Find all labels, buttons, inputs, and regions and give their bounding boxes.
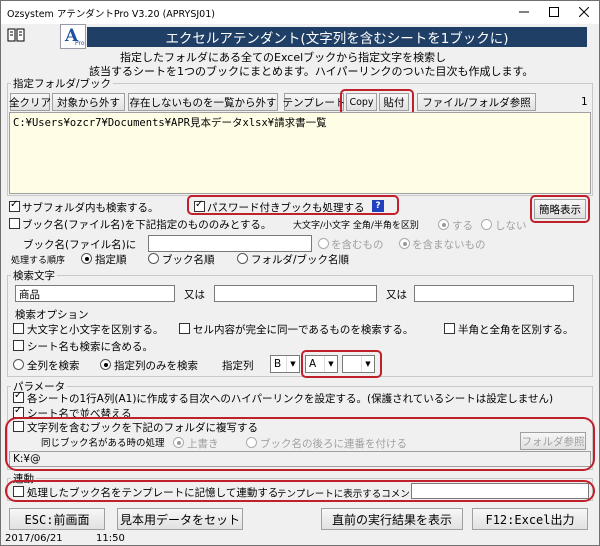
order-specified-radio[interactable] (81, 253, 92, 264)
minimize-icon (519, 11, 529, 13)
title-bar: Ozsystem アテンダントPro V3.20 (APRYSJ01) (1, 1, 599, 24)
bookname-only-checkbox[interactable] (9, 218, 20, 229)
highlight-copy-books (5, 417, 595, 471)
page-title: エクセルアテンダント(文字列を含むシートを1ブックに) (87, 27, 587, 47)
bookname-field-label: ブック名(ファイル名)に (23, 239, 137, 251)
subfolder-label: サブフォルダ内も検索する。 (22, 202, 159, 214)
subfolder-checkbox[interactable] (9, 199, 20, 212)
clear-all-button[interactable]: 全クリア (9, 93, 51, 111)
status-time: 11:50 (96, 533, 125, 544)
template-button[interactable]: テンプレート (283, 93, 345, 111)
all-columns-label: 全列を検索 (27, 360, 80, 372)
app-window: Ozsystem アテンダントPro V3.20 (APRYSJ01) A Pr… (0, 0, 600, 546)
not-contains-label: を含まないもの (412, 239, 486, 251)
case-width-label: 大文字/小文字 全角/半角を区別 (293, 221, 419, 231)
app-logo: A Pro (60, 24, 86, 49)
folder-group-label: 指定フォルダ/ブック (11, 76, 114, 91)
search-group-label: 検索文字 (11, 268, 57, 283)
order-folder-label: フォルダ/ブック名順 (251, 254, 350, 266)
column-select-1[interactable]: B ▼ (270, 355, 300, 373)
exact-match-checkbox[interactable] (179, 323, 190, 334)
order-label: 処理する順序 (11, 256, 66, 266)
chevron-down-icon: ▼ (286, 356, 299, 372)
logo-sub: Pro (75, 40, 85, 47)
case-sensitive-label: 大文字と小文字を区別する。 (27, 324, 164, 336)
search-term-3[interactable] (414, 285, 574, 302)
close-icon (579, 7, 589, 17)
highlight-link (5, 480, 595, 502)
contains-radio[interactable] (318, 238, 329, 249)
case-yes-label: する (452, 220, 473, 232)
contains-label: を含むもの (331, 239, 384, 251)
order-bookname-radio[interactable] (148, 253, 159, 264)
all-columns-radio[interactable] (13, 359, 24, 370)
excel-output-button[interactable]: F12:Excel出力 (472, 508, 588, 530)
hyperlink-label: 各シートの1行A列(A1)に作成する目次へのハイパーリンクを設定する。(保護され… (27, 393, 554, 405)
prev-result-button[interactable]: 直前の実行結果を表示 (321, 508, 463, 530)
case-yes-radio[interactable] (438, 219, 449, 230)
or-label-1: 又は (184, 289, 205, 301)
not-contains-radio[interactable] (399, 238, 410, 249)
folder-path-item[interactable]: C:¥Users¥ozcr7¥Documents¥APR見本データxlsx¥請求… (13, 115, 327, 130)
order-specified-label: 指定順 (95, 254, 127, 266)
highlight-simple-view (530, 195, 590, 223)
highlight-password (187, 195, 399, 215)
column-select-1-value: B (274, 358, 282, 370)
case-no-label: しない (495, 220, 527, 232)
book-icon[interactable] (7, 28, 25, 42)
close-button[interactable] (569, 1, 599, 23)
order-folder-radio[interactable] (237, 253, 248, 264)
window-title: Ozsystem アテンダントPro V3.20 (APRYSJ01) (7, 9, 215, 20)
esc-back-button[interactable]: ESC:前画面 (9, 508, 105, 530)
order-bookname-label: ブック名順 (162, 254, 215, 266)
status-bar: 2017/06/21 11:50 (1, 531, 599, 546)
hyperlink-checkbox[interactable] (13, 390, 24, 403)
folder-count: 1 (581, 96, 588, 108)
sheet-name-checkbox[interactable] (13, 340, 24, 351)
highlight-columns (301, 350, 382, 378)
width-sensitive-label: 半角と全角を区別する。 (458, 324, 574, 336)
remove-missing-button[interactable]: 存在しないものを一覧から外す (128, 93, 278, 111)
maximize-button[interactable] (539, 1, 569, 23)
minimize-button[interactable] (509, 1, 539, 23)
search-term-2[interactable] (214, 285, 377, 302)
bookname-input[interactable] (148, 235, 312, 252)
search-term-1[interactable]: 商品 (15, 285, 175, 302)
column-label: 指定列 (222, 360, 254, 372)
search-options-label: 検索オプション (15, 309, 89, 321)
status-date: 2017/06/21 (5, 533, 63, 544)
case-sensitive-checkbox[interactable] (13, 323, 24, 334)
specified-columns-radio[interactable] (100, 359, 111, 370)
intro-line-2: 該当するシートを1つのブックにまとめます。ハイパーリンクのついた目次も作成します… (89, 65, 534, 78)
bookname-only-label: ブック名(ファイル名)を下記指定のもののみとする。 (22, 219, 272, 231)
or-label-2: 又は (386, 289, 407, 301)
remove-from-target-button[interactable]: 対象から外す (52, 93, 125, 111)
maximize-icon (549, 7, 559, 17)
exact-match-label: セル内容が完全に同一であるものを検索する。 (193, 324, 414, 336)
browse-button[interactable]: ファイル/フォルダ参照 (417, 93, 536, 111)
sample-data-button[interactable]: 見本用データをセット (117, 508, 243, 530)
case-no-radio[interactable] (481, 219, 492, 230)
width-sensitive-checkbox[interactable] (444, 323, 455, 334)
specified-columns-label: 指定列のみを検索 (114, 360, 198, 372)
sheet-name-label: シート名も検索に含める。 (27, 341, 153, 353)
folder-listbox[interactable]: C:¥Users¥ozcr7¥Documents¥APR見本データxlsx¥請求… (9, 112, 591, 194)
